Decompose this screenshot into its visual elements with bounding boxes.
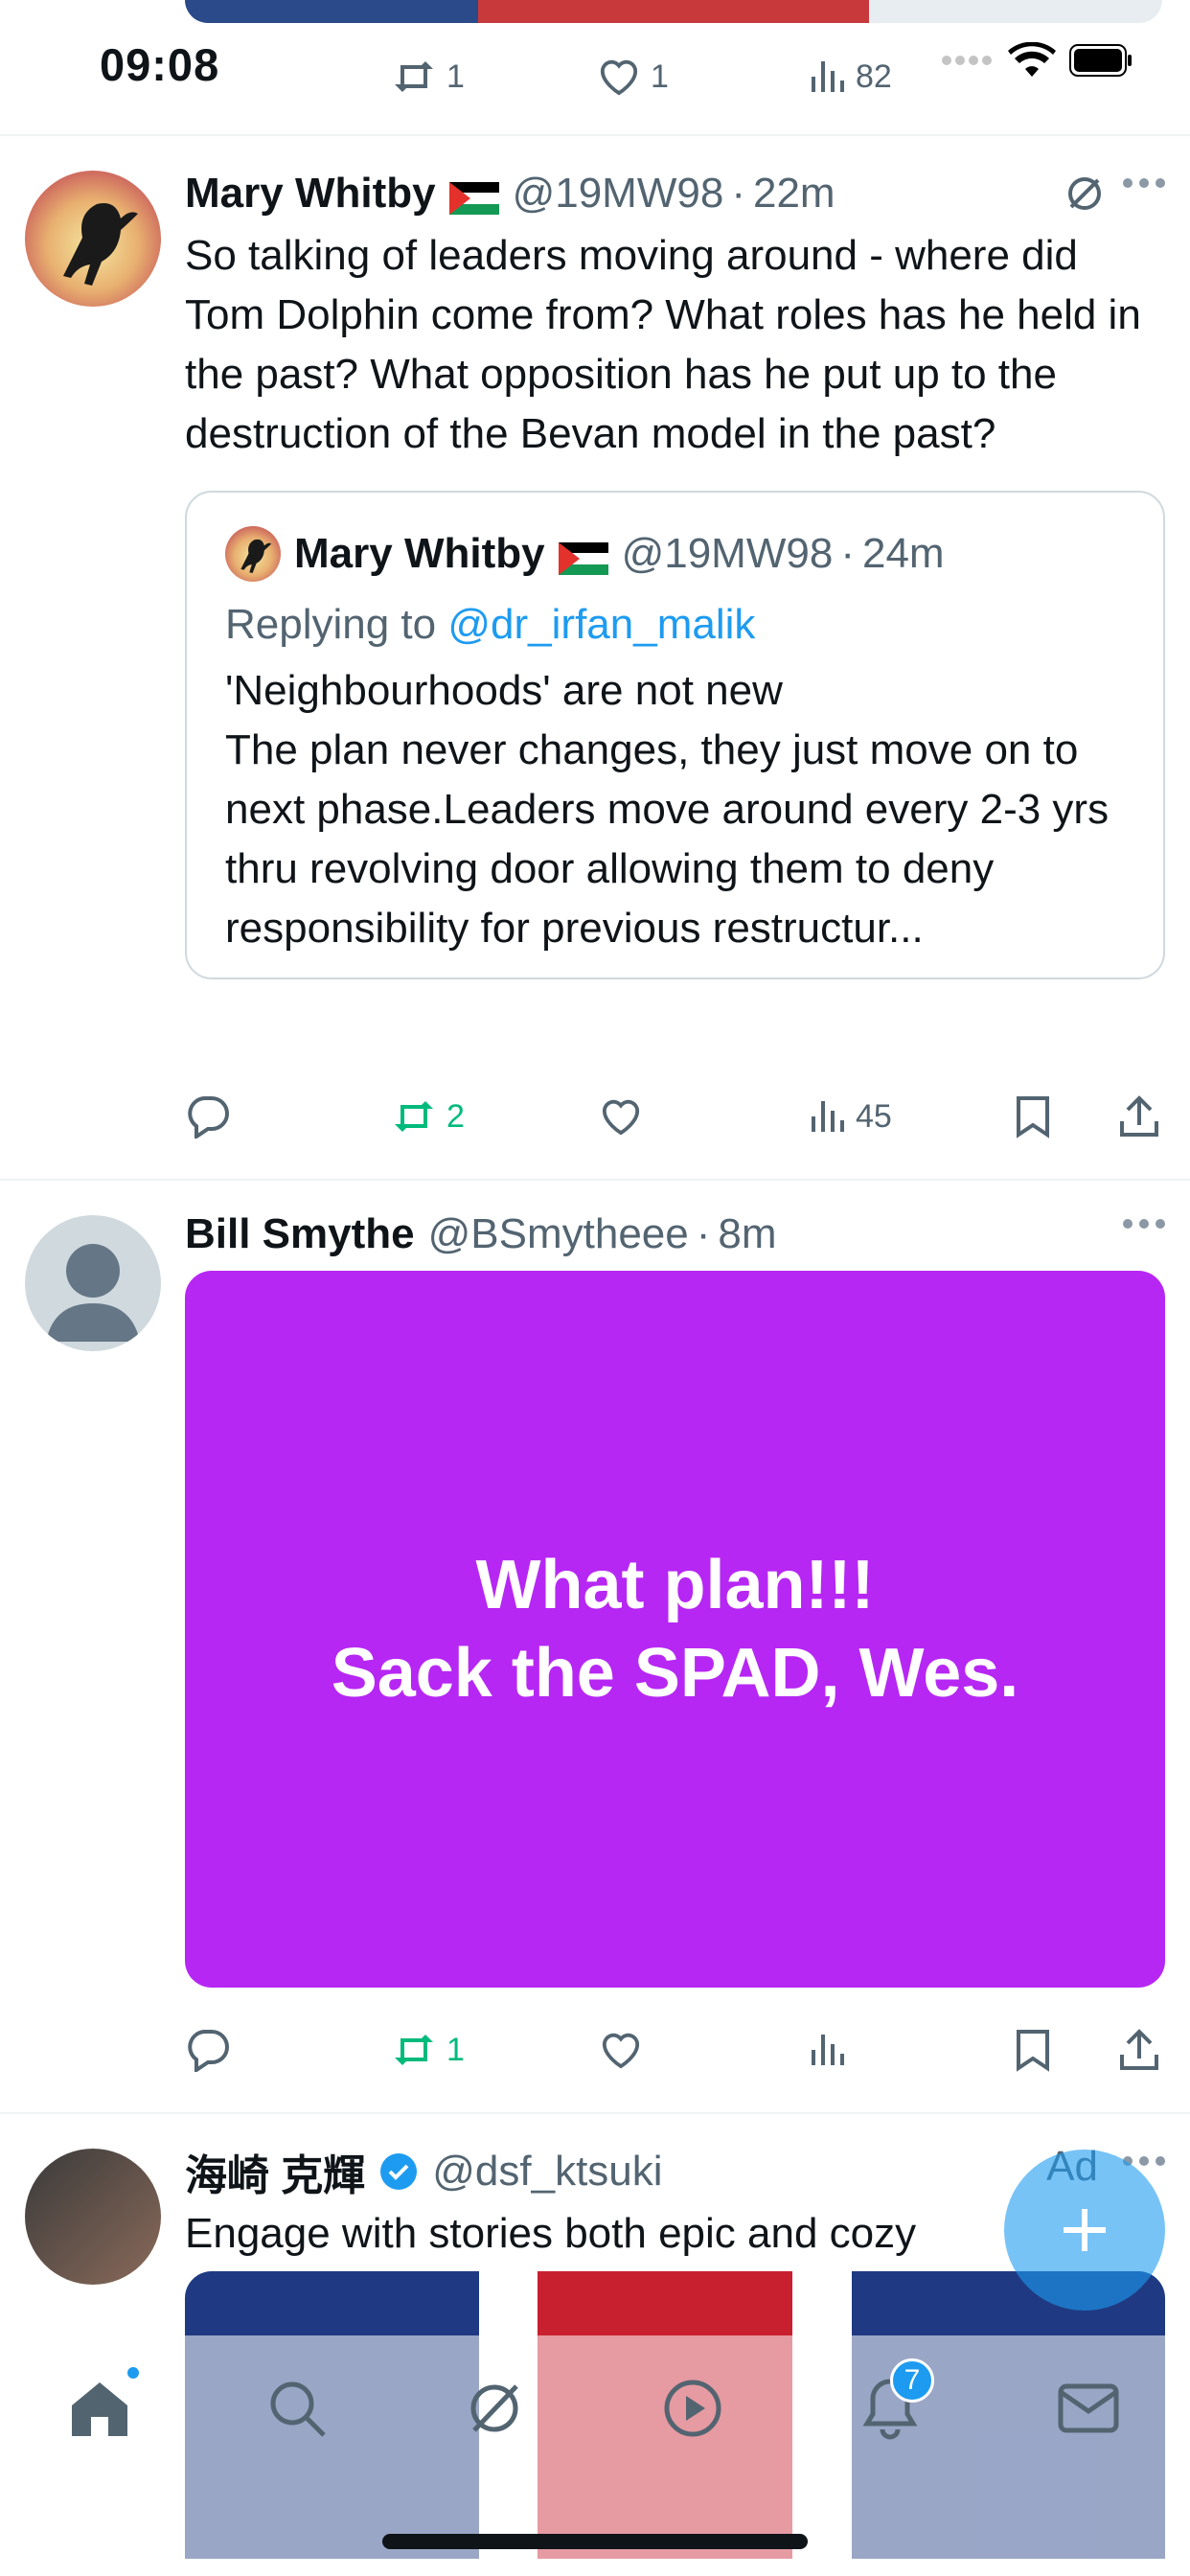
reply-icon: [188, 2030, 229, 2072]
tweet-header: Bill Smythe @BSmytheee · 8m: [185, 1210, 777, 1258]
signal-icon: [942, 56, 992, 65]
share-icon: [1120, 1095, 1158, 1137]
quoted-user-name: Mary Whitby: [294, 530, 545, 577]
tweet-text: So talking of leaders moving around - wh…: [185, 232, 1141, 457]
bookmark-button[interactable]: [1015, 2021, 1051, 2079]
user-name[interactable]: Bill Smythe: [185, 1210, 415, 1258]
play-icon: [664, 2380, 721, 2437]
avatar[interactable]: [25, 2149, 161, 2285]
retweet-button[interactable]: 1: [391, 48, 465, 105]
battery-icon: [1069, 44, 1132, 77]
replying-to-link[interactable]: @dr_irfan_malik: [447, 601, 755, 648]
bookmark-icon: [1017, 2030, 1049, 2072]
reply-button[interactable]: [185, 2021, 231, 2079]
status-icons: [941, 42, 1133, 79]
bookmark-icon: [1017, 1096, 1049, 1138]
heart-icon: [600, 59, 638, 96]
previous-tweet-media: [185, 0, 1162, 23]
retweet-button[interactable]: 2: [391, 1088, 465, 1145]
tweet-actions: 2 45: [185, 1088, 1165, 1145]
avatar[interactable]: [25, 1215, 161, 1351]
tweet-time[interactable]: 8m: [718, 1210, 776, 1258]
media-text-line-1: What plan!!!: [475, 1547, 875, 1623]
bird-silhouette-icon: [240, 539, 272, 574]
user-name[interactable]: 海崎 克輝: [185, 2141, 365, 2202]
views-button[interactable]: 45: [808, 1088, 892, 1145]
retweet-icon: [395, 61, 433, 92]
tab-grok[interactable]: [456, 2370, 533, 2447]
share-icon: [1120, 2029, 1158, 2070]
retweet-icon: [395, 2035, 433, 2065]
user-handle[interactable]: @19MW98: [513, 170, 724, 218]
tweet-mary-whitby[interactable]: Mary Whitby @19MW98 · 22m So talking of …: [0, 136, 1190, 1181]
plus-icon: [1064, 2209, 1106, 2251]
retweet-icon: [395, 1101, 433, 1132]
media-text-line-2: Sack the SPAD, Wes.: [331, 1635, 1019, 1712]
views-count: 45: [856, 1097, 892, 1135]
notifications-badge: 7: [890, 2358, 934, 2403]
like-button[interactable]: [599, 1088, 643, 1145]
status-time: 09:08: [100, 39, 220, 90]
bookmark-button[interactable]: [1015, 1088, 1051, 1145]
quoted-tweet-header: Mary Whitby @19MW98 · 24m: [225, 525, 1125, 583]
home-notification-dot: [125, 2364, 142, 2381]
home-icon: [72, 2382, 127, 2436]
tweet-time[interactable]: 22m: [753, 170, 835, 218]
quoted-tweet[interactable]: Mary Whitby @19MW98 · 24m Replying to @d…: [185, 491, 1165, 979]
views-button[interactable]: [808, 2021, 846, 2079]
verified-badge-icon: [378, 2151, 419, 2192]
tab-home[interactable]: [61, 2364, 142, 2447]
replying-to: Replying to @dr_irfan_malik: [225, 601, 756, 648]
user-handle[interactable]: @dsf_ktsuki: [432, 2148, 662, 2196]
like-button[interactable]: 1: [597, 48, 669, 105]
tab-search[interactable]: [259, 2370, 335, 2447]
share-button[interactable]: [1118, 1088, 1160, 1145]
compose-tweet-button[interactable]: [1004, 2150, 1165, 2311]
wifi-icon: [1008, 42, 1056, 77]
views-button[interactable]: 82: [808, 48, 892, 105]
heart-icon: [602, 1099, 640, 1136]
palestine-flag-icon: [448, 177, 499, 215]
avatar[interactable]: [25, 171, 161, 307]
share-button[interactable]: [1118, 2021, 1160, 2079]
tab-messages[interactable]: [1050, 2370, 1127, 2447]
heart-icon: [602, 2033, 640, 2069]
more-options-button[interactable]: [1123, 1219, 1165, 1230]
default-avatar-icon: [46, 1244, 140, 1342]
views-icon: [812, 61, 844, 92]
mail-icon: [1058, 2383, 1119, 2433]
previous-tweet-remnant: 1 1 82 09:08: [0, 0, 1190, 136]
quoted-tweet-text: 'Neighbourhoods' are not new The plan ne…: [225, 667, 1110, 952]
quoted-tweet-time: 24m: [861, 530, 945, 577]
like-count: 1: [651, 58, 669, 95]
tweet-header: Mary Whitby @19MW98 · 22m: [185, 170, 835, 218]
quoted-user-handle: @19MW98: [621, 530, 834, 577]
views-icon: [812, 1101, 844, 1132]
search-icon: [270, 2381, 326, 2437]
palestine-flag-icon: [558, 538, 608, 575]
bird-silhouette-icon: [63, 203, 138, 286]
tweet-actions: 1: [185, 2021, 1165, 2079]
views-count: 82: [856, 58, 892, 95]
user-name[interactable]: Mary Whitby: [185, 170, 436, 218]
reply-icon: [188, 1096, 229, 1138]
retweet-button[interactable]: 1: [391, 2021, 465, 2079]
grok-icon[interactable]: [1064, 172, 1106, 219]
tab-notifications[interactable]: 7: [852, 2358, 934, 2447]
tweet-bill-smythe[interactable]: Bill Smythe @BSmytheee · 8m What plan!!!…: [0, 1181, 1190, 2114]
tweet-media-image[interactable]: What plan!!! Sack the SPAD, Wes.: [185, 1271, 1165, 1988]
grok-icon: [470, 2384, 518, 2432]
home-indicator[interactable]: [382, 2534, 808, 2549]
tab-video[interactable]: [654, 2370, 731, 2447]
like-button[interactable]: [599, 2021, 643, 2079]
user-handle[interactable]: @BSmytheee: [428, 1210, 689, 1258]
views-icon: [812, 2035, 844, 2065]
more-options-button[interactable]: [1123, 178, 1165, 190]
quoted-avatar: [225, 526, 281, 582]
retweet-count: 1: [446, 2031, 465, 2068]
reply-button[interactable]: [185, 1088, 231, 1145]
retweet-count: 2: [446, 1097, 465, 1135]
retweet-count: 1: [446, 58, 465, 95]
